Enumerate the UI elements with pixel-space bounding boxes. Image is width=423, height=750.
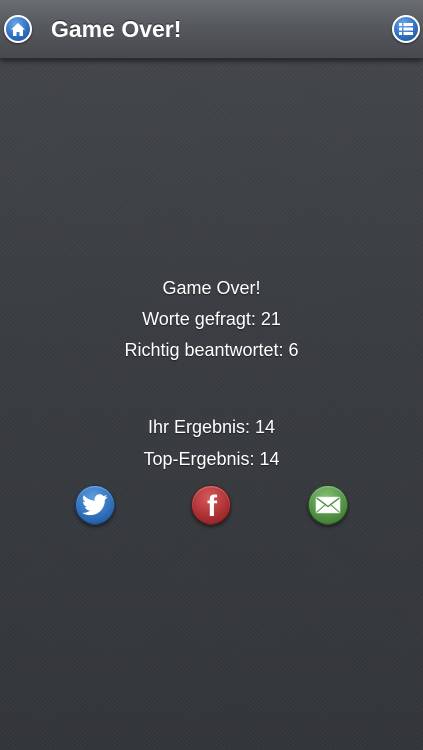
menu-button[interactable] [392, 15, 420, 43]
result-heading: Game Over! [162, 278, 261, 298]
answered-correctly-text: Richtig beantwortet: 6 [124, 340, 299, 360]
page-title: Game Over! [51, 16, 182, 42]
your-score-text: Ihr Ergebnis: 14 [147, 417, 276, 437]
facebook-icon: f [207, 490, 217, 523]
words-asked-text: Worte gefragt: 21 [142, 309, 281, 329]
home-button[interactable] [4, 15, 32, 43]
mail-share-button[interactable] [308, 485, 348, 525]
twitter-share-button[interactable] [75, 485, 115, 525]
home-icon [11, 22, 25, 36]
game-over-screen: Game Over! Game Over! Worte gefragt: 21 … [0, 0, 423, 750]
top-score-text: Top-Ergebnis: 14 [143, 449, 280, 469]
twitter-bird-icon [82, 494, 108, 516]
navigation-bar: Game Over! [0, 0, 423, 59]
list-icon [399, 23, 413, 35]
facebook-share-button[interactable]: f [191, 485, 231, 525]
envelope-icon [315, 496, 341, 514]
